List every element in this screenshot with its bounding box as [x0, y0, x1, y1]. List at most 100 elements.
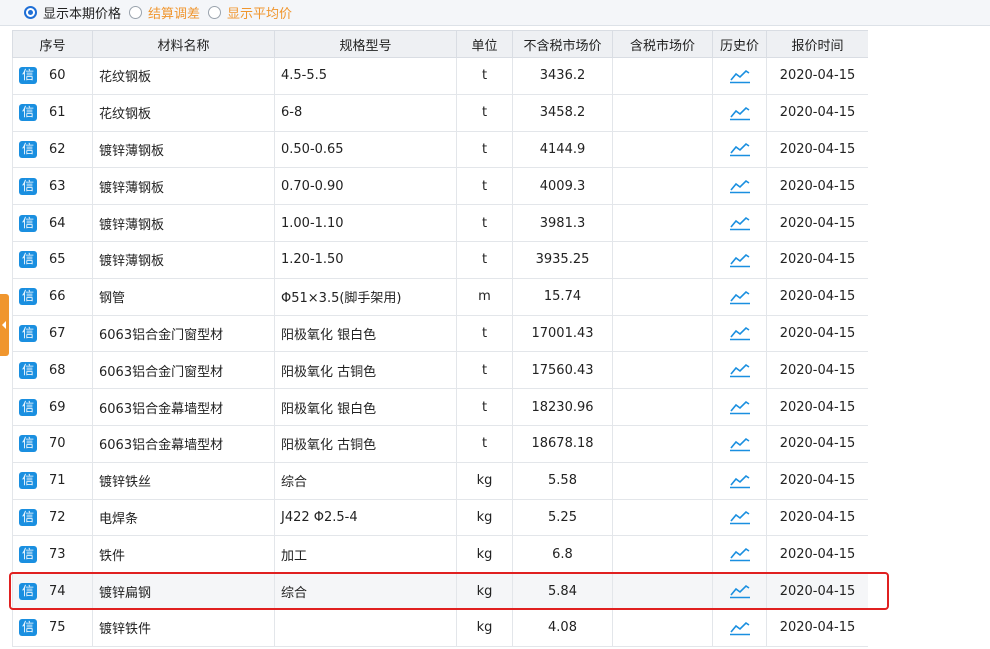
cell-history[interactable] [712, 535, 767, 574]
col-header-date[interactable]: 报价时间 [766, 30, 868, 58]
col-header-name[interactable]: 材料名称 [92, 30, 275, 58]
table-row[interactable]: 信 67 6063铝合金门窗型材 阳极氧化 银白色 t 17001.43 2020-04-1… [12, 314, 868, 353]
table-row[interactable]: 信 62 镀锌薄钢板 0.50-0.65 t 4144.9 2020-04-15 [12, 130, 868, 169]
table-row[interactable]: 信 60 花纹钢板 4.5-5.5 t 3436.2 2020-04-15 [12, 57, 868, 95]
info-badge-icon[interactable]: 信 [19, 177, 37, 195]
cell-date: 2020-04-15 [766, 351, 868, 390]
cell-price: 3935.25 [512, 240, 613, 279]
cell-history[interactable] [712, 498, 767, 537]
cell-history[interactable] [712, 424, 767, 463]
info-badge-icon[interactable]: 信 [19, 251, 37, 269]
cell-spec: 0.70-0.90 [274, 167, 457, 206]
table-row[interactable]: 信 64 镀锌薄钢板 1.00-1.10 t 3981.3 2020-04-15 [12, 204, 868, 242]
cell-unit: m [456, 277, 513, 316]
row-number: 73 [49, 546, 66, 562]
trend-chart-icon [729, 474, 750, 488]
info-badge-icon[interactable]: 信 [19, 288, 37, 306]
cell-tax-price [612, 461, 713, 500]
cell-history[interactable] [712, 130, 767, 169]
info-badge-icon[interactable]: 信 [19, 324, 37, 342]
col-header-unit[interactable]: 单位 [456, 30, 513, 58]
trend-chart-icon [729, 437, 750, 452]
cell-history[interactable] [712, 461, 767, 500]
col-header-spec[interactable]: 规格型号 [274, 30, 457, 58]
cell-no: 信 62 [12, 130, 93, 169]
table-row[interactable]: 信 72 电焊条 J422 Φ2.5-4 kg 5.25 2020-04-15 [12, 498, 868, 537]
cell-spec: 阳极氧化 银白色 [274, 388, 457, 426]
cell-spec: Φ51×3.5(脚手架用) [274, 277, 457, 316]
cell-unit: t [456, 351, 513, 390]
info-badge-icon[interactable]: 信 [19, 545, 37, 563]
info-badge-icon[interactable]: 信 [19, 398, 37, 416]
cell-unit: kg [456, 498, 513, 537]
cell-spec: 阳极氧化 古铜色 [274, 351, 457, 390]
table-row[interactable]: 信 65 镀锌薄钢板 1.20-1.50 t 3935.25 2020-04-15 [12, 240, 868, 279]
cell-history[interactable] [712, 57, 767, 95]
info-badge-icon[interactable]: 信 [19, 361, 37, 379]
cell-history[interactable] [712, 167, 767, 206]
cell-price: 18678.18 [512, 424, 613, 463]
radio-current-price[interactable]: 显示本期价格 [24, 3, 121, 22]
cell-material-name: 电焊条 [92, 498, 275, 537]
cell-tax-price [612, 277, 713, 316]
row-number: 75 [49, 620, 66, 636]
cell-history[interactable] [712, 240, 767, 279]
table-row[interactable]: 信 70 6063铝合金幕墙型材 阳极氧化 古铜色 t 18678.18 2020-04-1… [12, 424, 868, 463]
info-badge-icon[interactable]: 信 [19, 619, 37, 637]
radio-average-price[interactable]: 显示平均价 [208, 3, 292, 22]
col-header-history[interactable]: 历史价 [712, 30, 767, 58]
table-row[interactable]: 信 61 花纹钢板 6-8 t 3458.2 2020-04-15 [12, 93, 868, 132]
cell-history[interactable] [712, 204, 767, 242]
cell-material-name: 铁件 [92, 535, 275, 574]
trend-chart-icon [729, 253, 750, 268]
table-row[interactable]: 信 71 镀锌铁丝 综合 kg 5.58 2020-04-15 [12, 461, 868, 500]
cell-spec: 1.20-1.50 [274, 240, 457, 279]
trend-chart-icon [729, 364, 750, 378]
info-badge-icon[interactable]: 信 [19, 104, 37, 122]
cell-date: 2020-04-15 [766, 424, 868, 463]
table-row[interactable]: 信 69 6063铝合金幕墙型材 阳极氧化 银白色 t 18230.96 2020-04-1… [12, 388, 868, 426]
cell-price: 3458.2 [512, 93, 613, 132]
cell-history[interactable] [712, 93, 767, 132]
table-row[interactable]: 信 73 铁件 加工 kg 6.8 2020-04-15 [12, 535, 868, 574]
col-header-tax-price[interactable]: 含税市场价 [612, 30, 713, 58]
cell-history[interactable] [712, 277, 767, 316]
info-badge-icon[interactable]: 信 [19, 67, 37, 85]
cell-no: 信 67 [12, 314, 93, 353]
row-number: 71 [49, 473, 66, 489]
cell-tax-price [612, 535, 713, 574]
info-badge-icon[interactable]: 信 [19, 140, 37, 158]
cell-history[interactable] [712, 351, 767, 390]
cell-history[interactable] [712, 388, 767, 426]
info-badge-icon[interactable]: 信 [19, 435, 37, 453]
cell-date: 2020-04-15 [766, 461, 868, 500]
info-badge-icon[interactable]: 信 [19, 508, 37, 526]
table-row[interactable]: 信 68 6063铝合金门窗型材 阳极氧化 古铜色 t 17560.43 2020-04-1… [12, 351, 868, 390]
highlight-box [9, 572, 889, 610]
row-number: 61 [49, 105, 66, 121]
table-header: 序号 材料名称 规格型号 单位 不含税市场价 含税市场价 历史价 报价时间 [12, 30, 868, 58]
radio-settlement[interactable]: 结算调差 [129, 3, 200, 22]
radio-selected-icon [24, 6, 37, 19]
cell-history[interactable] [712, 314, 767, 353]
table-row[interactable]: 信 75 镀锌铁件 kg 4.08 2020-04-15 [12, 608, 868, 647]
table-row[interactable]: 信 63 镀锌薄钢板 0.70-0.90 t 4009.3 2020-04-15 [12, 167, 868, 206]
cell-history[interactable] [712, 608, 767, 647]
radio-current-label: 显示本期价格 [43, 7, 122, 22]
radio-empty-icon [129, 6, 143, 19]
cell-unit: t [456, 130, 513, 169]
info-badge-icon[interactable]: 信 [19, 214, 37, 232]
cell-unit: t [456, 314, 513, 353]
row-number: 68 [49, 362, 66, 378]
side-collapse-tab[interactable] [0, 294, 9, 356]
table-row[interactable]: 信 66 钢管 Φ51×3.5(脚手架用) m 15.74 2020-04-15 [12, 277, 868, 316]
cell-unit: kg [456, 461, 513, 500]
cell-spec: 4.5-5.5 [274, 57, 457, 95]
cell-material-name: 镀锌铁件 [92, 608, 275, 647]
col-header-no[interactable]: 序号 [12, 30, 93, 58]
col-header-price[interactable]: 不含税市场价 [512, 30, 613, 58]
row-number: 65 [49, 252, 66, 268]
cell-spec: J422 Φ2.5-4 [274, 498, 457, 537]
row-number: 60 [49, 68, 66, 84]
info-badge-icon[interactable]: 信 [19, 472, 37, 490]
